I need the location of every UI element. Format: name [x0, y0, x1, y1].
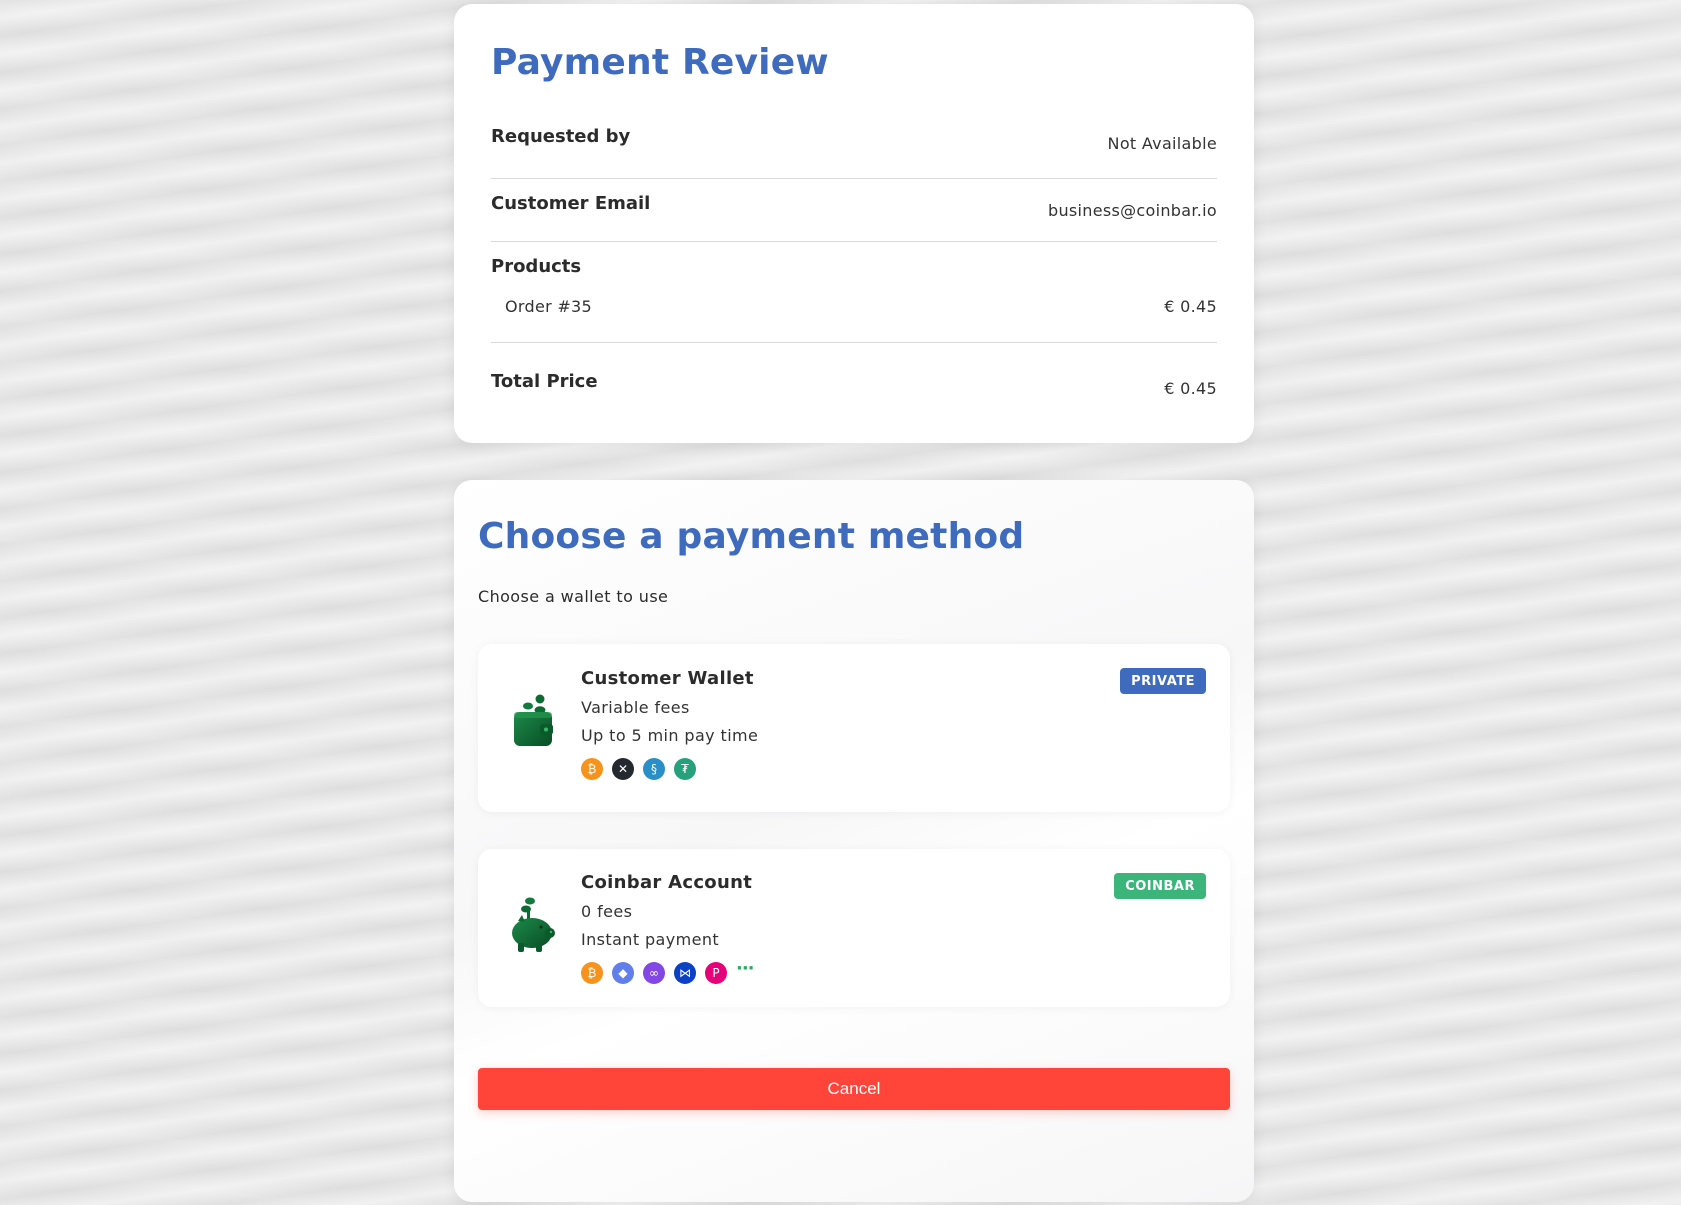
- total-price-label: Total Price: [491, 371, 598, 392]
- bancor-icon: ⋈: [674, 962, 696, 984]
- product-line-item: Order #35 € 0.45: [491, 297, 1217, 316]
- customer-email-row: Customer Email business@coinbar.io: [491, 179, 1217, 242]
- wallet-name: Customer Wallet: [581, 668, 754, 689]
- supported-coins: ₿ ✕ § ₮: [581, 758, 758, 780]
- payment-review-card: Payment Review Requested by Not Availabl…: [454, 4, 1254, 443]
- ethereum-icon: ◆: [612, 962, 634, 984]
- stellar-icon: §: [643, 758, 665, 780]
- products-label: Products: [491, 256, 582, 277]
- more-coins-icon: ···: [736, 957, 754, 979]
- tether-icon: ₮: [674, 758, 696, 780]
- requested-by-value: Not Available: [1107, 134, 1217, 153]
- coinbar-badge: COINBAR: [1114, 873, 1206, 899]
- polygon-icon: ∞: [643, 962, 665, 984]
- payment-method-title: Choose a payment method: [478, 516, 1025, 557]
- payment-method-card: Choose a payment method Choose a wallet …: [454, 480, 1254, 1202]
- wallet-fees: 0 fees: [581, 902, 633, 921]
- product-price: € 0.45: [1164, 297, 1217, 316]
- wallet-fees: Variable fees: [581, 698, 690, 717]
- requested-by-label: Requested by: [491, 126, 631, 147]
- coinbar-account-option[interactable]: Coinbar Account 0 fees Instant payment ₿…: [478, 849, 1230, 1007]
- bitcoin-icon: ₿: [581, 962, 603, 984]
- customer-email-value: business@coinbar.io: [1048, 201, 1217, 220]
- polkadot-icon: P: [705, 962, 727, 984]
- customer-wallet-option[interactable]: Customer Wallet Variable fees Up to 5 mi…: [478, 644, 1230, 812]
- wallet-pay-time: Instant payment: [581, 930, 720, 949]
- bitcoin-icon: ₿: [581, 758, 603, 780]
- xrp-icon: ✕: [612, 758, 634, 780]
- supported-coins: ₿ ◆ ∞ ⋈ P ···: [581, 958, 754, 984]
- piggy-bank-icon: [506, 895, 558, 953]
- products-section: Products Order #35 € 0.45: [491, 242, 1217, 343]
- customer-wallet-info: Customer Wallet Variable fees Up to 5 mi…: [581, 668, 758, 780]
- total-price-row: Total Price € 0.45: [491, 343, 1217, 398]
- payment-review-title: Payment Review: [491, 42, 829, 83]
- wallet-icon: [506, 692, 558, 750]
- wallet-name: Coinbar Account: [581, 872, 753, 893]
- customer-email-label: Customer Email: [491, 193, 651, 214]
- payment-method-subtitle: Choose a wallet to use: [478, 587, 669, 606]
- requested-by-row: Requested by Not Available: [491, 116, 1217, 179]
- product-name: Order #35: [505, 297, 593, 316]
- total-price-value: € 0.45: [1164, 379, 1217, 398]
- private-badge: PRIVATE: [1120, 668, 1206, 694]
- cancel-button[interactable]: Cancel: [478, 1068, 1230, 1110]
- wallet-pay-time: Up to 5 min pay time: [581, 726, 759, 745]
- coinbar-account-info: Coinbar Account 0 fees Instant payment ₿…: [581, 872, 754, 984]
